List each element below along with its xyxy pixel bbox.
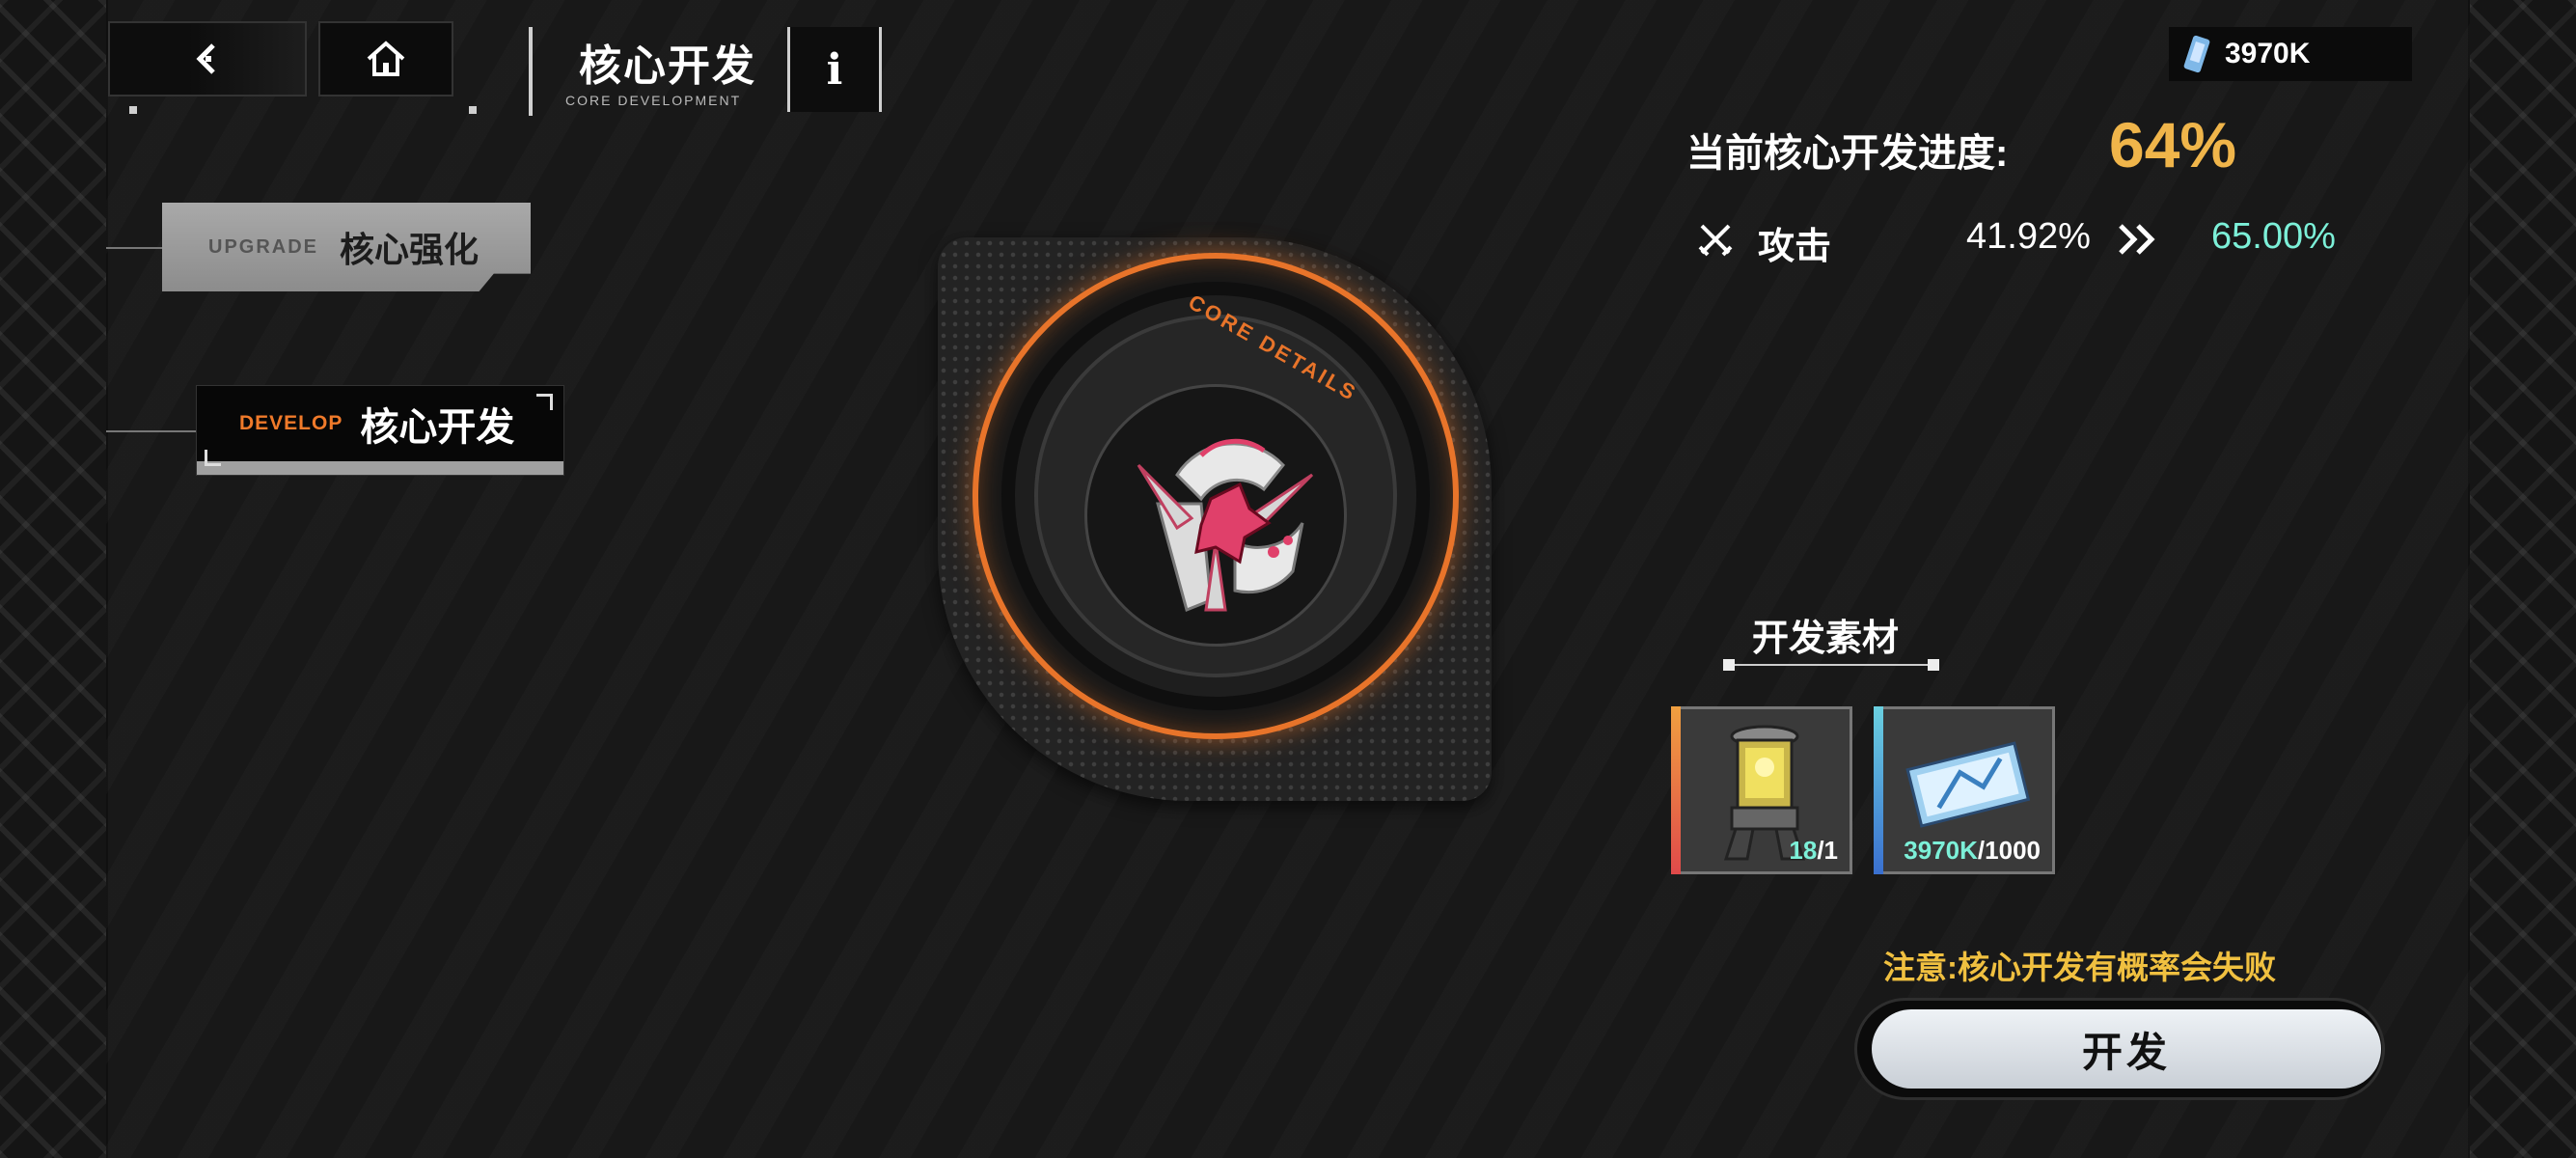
stat-row-attack: 攻击 41.92% 65.00% (1696, 214, 2371, 268)
material-card-capsule[interactable]: 18/1 (1671, 706, 1852, 874)
double-chevron-right-icon (2119, 224, 2155, 255)
underline-dot (1723, 659, 1735, 671)
material-count: 18/1 (1789, 836, 1838, 866)
ticket-icon (2183, 35, 2210, 73)
currency-value: 3970K (2225, 38, 2311, 69)
currency-display: 3970K (2169, 27, 2412, 81)
stat-current-value: 41.92% (1966, 216, 2091, 257)
stat-name: 攻击 (1758, 227, 1832, 267)
core-emblem-icon (1137, 438, 1314, 613)
stat-next-value: 65.00% (2211, 216, 2336, 257)
crossed-swords-icon (1698, 224, 1733, 257)
tab-connector-line (106, 430, 199, 432)
page-title: 核心开发 (579, 42, 756, 90)
tab-develop-en-label: DEVELOP (239, 412, 343, 434)
progress-value: 64% (2109, 109, 2237, 180)
tab-develop[interactable]: DEVELOP 核心开发 (197, 386, 563, 475)
material-card-ticket[interactable]: 3970K/1000 (1874, 706, 2055, 874)
left-border-decoration (0, 0, 108, 1158)
page-title-block: 核心开发 CORE DEVELOPMENT (529, 27, 783, 116)
info-button[interactable]: i (787, 27, 882, 112)
nav-corner-mark (469, 106, 477, 114)
progress-label: 当前核心开发进度: (1686, 132, 2009, 175)
tab-upgrade-label: 核心强化 (340, 230, 480, 269)
back-arrow-icon (196, 43, 215, 74)
materials-underline (1729, 664, 1933, 666)
rarity-stripe (1671, 706, 1681, 874)
home-icon (367, 41, 405, 76)
rarity-stripe (1874, 706, 1883, 874)
tab-upgrade[interactable]: UPGRADE 核心强化 (162, 203, 531, 291)
page-subtitle: CORE DEVELOPMENT (565, 93, 742, 108)
home-button[interactable] (318, 21, 453, 96)
info-icon: i (826, 44, 843, 95)
material-count: 3970K/1000 (1904, 836, 2041, 866)
tab-develop-label: 核心开发 (360, 406, 515, 449)
material-required: /1 (1817, 836, 1838, 865)
failure-warning: 注意:核心开发有概率会失败 (1883, 950, 2276, 985)
nav-corner-mark (129, 106, 137, 114)
materials-title: 开发素材 (1752, 619, 1900, 659)
back-button[interactable] (108, 21, 307, 96)
material-owned: 18 (1789, 836, 1818, 865)
material-required: /1000 (1977, 836, 2041, 865)
tab-connector-line (106, 247, 164, 249)
material-owned: 3970K (1904, 836, 1978, 865)
tab-upgrade-en-label: UPGRADE (208, 235, 319, 258)
tab-corner-mark (205, 450, 221, 466)
right-border-decoration (2468, 0, 2576, 1158)
underline-dot (1928, 659, 1939, 671)
tab-corner-mark (536, 394, 553, 410)
develop-button[interactable]: 开发 (1872, 1009, 2381, 1089)
ticket-icon (1905, 741, 2031, 828)
